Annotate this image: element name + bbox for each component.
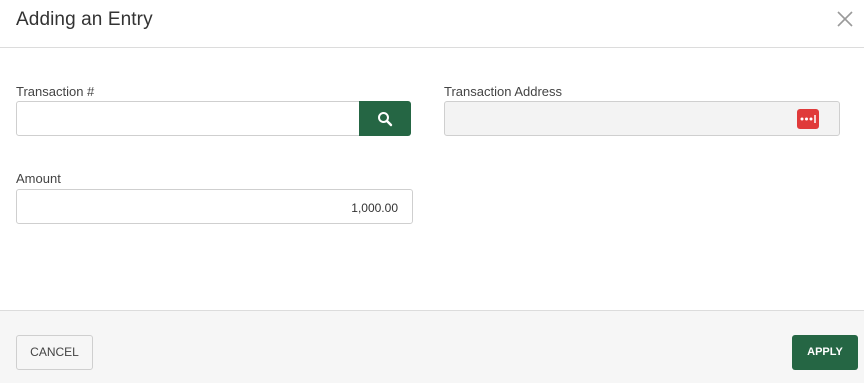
close-icon — [837, 11, 853, 27]
cancel-button[interactable]: CANCEL — [16, 335, 93, 370]
more-options-icon — [800, 115, 816, 123]
add-entry-dialog: Adding an Entry Transaction # Transactio… — [0, 0, 864, 383]
amount-value: 1,000.00 — [351, 201, 398, 215]
transaction-number-input[interactable] — [16, 101, 361, 136]
address-more-button[interactable] — [797, 109, 819, 129]
search-icon — [378, 112, 393, 127]
apply-button[interactable]: APPLY — [792, 335, 858, 370]
dialog-footer: CANCEL APPLY — [0, 310, 864, 383]
transaction-search-button[interactable] — [359, 101, 411, 136]
amount-input[interactable]: 1,000.00 — [16, 189, 413, 224]
dialog-title: Adding an Entry — [16, 9, 153, 30]
amount-label: Amount — [16, 171, 61, 186]
dialog-header: Adding an Entry — [0, 0, 864, 48]
transaction-address-field — [444, 101, 840, 136]
close-button[interactable] — [834, 8, 856, 30]
transaction-number-label: Transaction # — [16, 84, 95, 99]
transaction-address-label: Transaction Address — [444, 84, 563, 99]
